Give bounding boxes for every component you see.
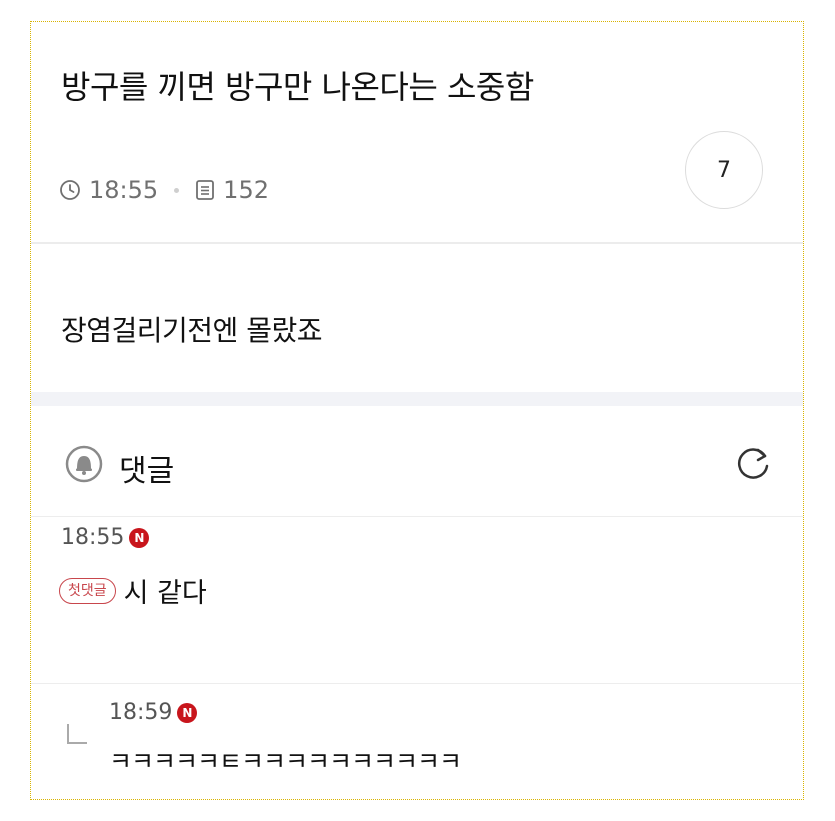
comment-count: 7	[717, 157, 731, 183]
comment-content: 첫댓글 시 같다	[59, 571, 207, 610]
post-title: 방구를 끼면 방구만 나온다는 소중함	[61, 68, 534, 106]
document-icon	[195, 179, 215, 201]
refresh-icon[interactable]	[731, 442, 775, 486]
post-body: 장염걸리기전엔 몰랐죠	[61, 314, 323, 347]
comments-header: 댓글	[31, 406, 803, 516]
post-container: 방구를 끼면 방구만 나온다는 소중함 18:55 152 7 장염걸리기전엔 …	[30, 21, 804, 800]
section-divider	[31, 392, 803, 406]
divider	[31, 242, 803, 244]
new-badge: N	[177, 702, 198, 723]
meta-separator	[174, 187, 180, 193]
comment-time: 18:55	[61, 525, 125, 550]
clock-icon	[59, 179, 81, 201]
bell-icon[interactable]	[64, 444, 104, 484]
post-header: 방구를 끼면 방구만 나온다는 소중함 18:55 152 7	[31, 22, 803, 244]
comment-item: 18:55 N 첫댓글 시 같다	[31, 517, 803, 682]
comment-meta: 18:55 N	[61, 525, 150, 550]
post-views: 152	[223, 176, 269, 204]
first-comment-badge: 첫댓글	[59, 577, 116, 604]
new-badge: N	[129, 527, 150, 548]
post-time: 18:55	[89, 176, 159, 204]
comments-title: 댓글	[119, 454, 175, 489]
comment-meta: 18:59 N	[109, 700, 198, 725]
comment-time: 18:59	[109, 700, 173, 725]
comment-text: 시 같다	[123, 578, 207, 609]
reply-arrow-icon	[67, 724, 87, 744]
post-meta: 18:55 152	[59, 176, 269, 204]
comment-text: ㅋㅋㅋㅋㅋㅌㅋㅋㅋㅋㅋㅋㅋㅋㅋㅋ	[109, 747, 462, 776]
comment-count-button[interactable]: 7	[685, 131, 763, 209]
reply-item: 18:59 N ㅋㅋㅋㅋㅋㅌㅋㅋㅋㅋㅋㅋㅋㅋㅋㅋ	[31, 684, 803, 799]
